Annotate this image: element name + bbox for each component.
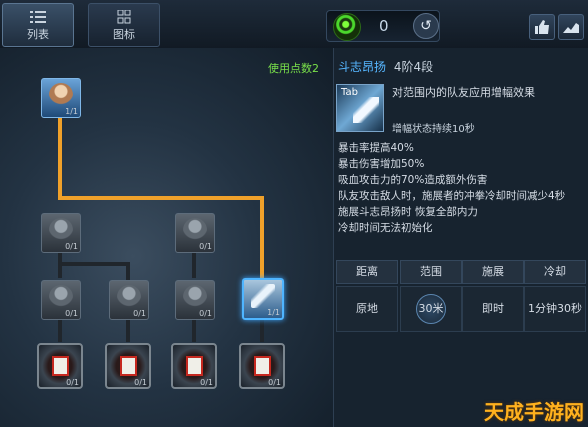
green-gem-icon — [333, 13, 361, 41]
node-level: 1/1 — [65, 107, 78, 116]
skill-node-root[interactable]: 1/1 — [41, 78, 81, 118]
locked-card-icon — [120, 356, 137, 376]
stat-value: 30米 — [416, 294, 446, 324]
locked-card-icon — [254, 356, 271, 376]
reset-button[interactable]: ↺ — [413, 13, 439, 39]
node-level: 0/1 — [65, 309, 78, 318]
effect-line: 暴击率提高40% — [338, 142, 414, 154]
path-line — [58, 118, 62, 198]
tab-list-label: 列表 — [27, 28, 49, 41]
effect-line: 施展斗志昂扬时 恢复全部内力 — [338, 206, 478, 218]
fighter-icon — [49, 285, 73, 309]
thumbs-up-icon — [535, 20, 549, 34]
skill-node[interactable]: 0/1 — [175, 280, 215, 320]
top-toolbar: 列表 图标 0 ↺ — [0, 0, 588, 49]
grid-icon — [117, 10, 131, 24]
node-level: 0/1 — [134, 378, 147, 387]
stat-header: 施展 — [462, 260, 524, 284]
skill-node[interactable]: 0/1 — [109, 280, 149, 320]
node-level: 0/1 — [199, 309, 212, 318]
share-icon — [563, 23, 579, 33]
node-level: 0/1 — [66, 378, 79, 387]
skill-points-box: 0 ↺ — [326, 10, 440, 42]
skill-description: 对范围内的队友应用增幅效果 — [392, 86, 535, 99]
skill-detail-panel: 斗志昂扬 4阶4段 Tab 对范围内的队友应用增幅效果 增幅状态持续10秒 暴击… — [334, 48, 588, 427]
skill-rank: 4阶4段 — [393, 60, 434, 74]
skill-window: 列表 图标 0 ↺ 使用点数2 1/1 0/1 0/1 0/1 0/1 0/1 … — [0, 0, 588, 427]
skill-node[interactable]: 0/1 — [41, 213, 81, 253]
blade-icon — [251, 284, 275, 308]
tab-icons-label: 图标 — [113, 28, 135, 41]
effect-line: 暴击伤害增加50% — [338, 158, 425, 170]
locked-skill-node[interactable]: 0/1 — [239, 343, 285, 389]
watermark-text: 天成手游网 — [484, 400, 584, 424]
locked-card-icon — [52, 356, 69, 376]
share-button[interactable] — [558, 14, 584, 40]
path-line — [126, 262, 130, 280]
fighter-icon — [183, 285, 207, 309]
node-level: 0/1 — [199, 242, 212, 251]
skill-node[interactable]: 0/1 — [175, 213, 215, 253]
skill-node-selected[interactable]: 1/1 — [242, 278, 284, 320]
fighter-icon — [49, 83, 73, 107]
node-level: 0/1 — [268, 378, 281, 387]
locked-skill-node[interactable]: 0/1 — [171, 343, 217, 389]
node-level: 0/1 — [65, 242, 78, 251]
stat-value: 1分钟30秒 — [524, 286, 586, 332]
fighter-icon — [117, 285, 141, 309]
node-level: 0/1 — [200, 378, 213, 387]
stat-value-range: 30米 — [400, 286, 462, 332]
used-points-label: 使用点数2 — [268, 62, 319, 75]
stat-value: 原地 — [336, 286, 398, 332]
thumbs-up-button[interactable] — [529, 14, 555, 40]
fighter-icon — [183, 218, 207, 242]
skill-icon: Tab — [336, 84, 384, 132]
blade-icon — [353, 97, 379, 123]
reset-icon: ↺ — [420, 18, 432, 34]
tab-icons[interactable]: 图标 — [88, 3, 160, 47]
locked-skill-node[interactable]: 0/1 — [105, 343, 151, 389]
skill-name: 斗志昂扬 — [338, 60, 387, 74]
skill-node[interactable]: 0/1 — [41, 280, 81, 320]
node-level: 1/1 — [267, 308, 280, 317]
node-level: 0/1 — [133, 309, 146, 318]
effect-line: 队友攻击敌人时，施展者的冲拳冷却时间减少4秒 — [338, 190, 566, 202]
path-line — [58, 196, 262, 200]
path-line — [58, 262, 128, 266]
effect-line: 冷却时间无法初始化 — [338, 222, 433, 234]
skill-effects: 暴击率提高40% 暴击伤害增加50% 吸血攻击力的70%造成额外伤害 队友攻击敌… — [338, 140, 584, 236]
effect-line: 吸血攻击力的70%造成额外伤害 — [338, 174, 488, 186]
stat-header: 距离 — [336, 260, 398, 284]
skill-tree: 使用点数2 1/1 0/1 0/1 0/1 0/1 0/1 1/1 0/1 0/… — [0, 48, 334, 427]
stat-value: 即时 — [462, 286, 524, 332]
stat-header: 冷却 — [524, 260, 586, 284]
fighter-icon — [49, 218, 73, 242]
skill-points-value: 0 — [379, 17, 389, 35]
skill-duration: 增幅状态持续10秒 — [392, 124, 475, 135]
tab-list[interactable]: 列表 — [2, 3, 74, 47]
stat-header: 范围 — [400, 260, 462, 284]
list-icon — [30, 11, 46, 23]
locked-skill-node[interactable]: 0/1 — [37, 343, 83, 389]
locked-card-icon — [186, 356, 203, 376]
path-line — [260, 196, 264, 278]
skill-title: 斗志昂扬 4阶4段 — [338, 58, 433, 75]
